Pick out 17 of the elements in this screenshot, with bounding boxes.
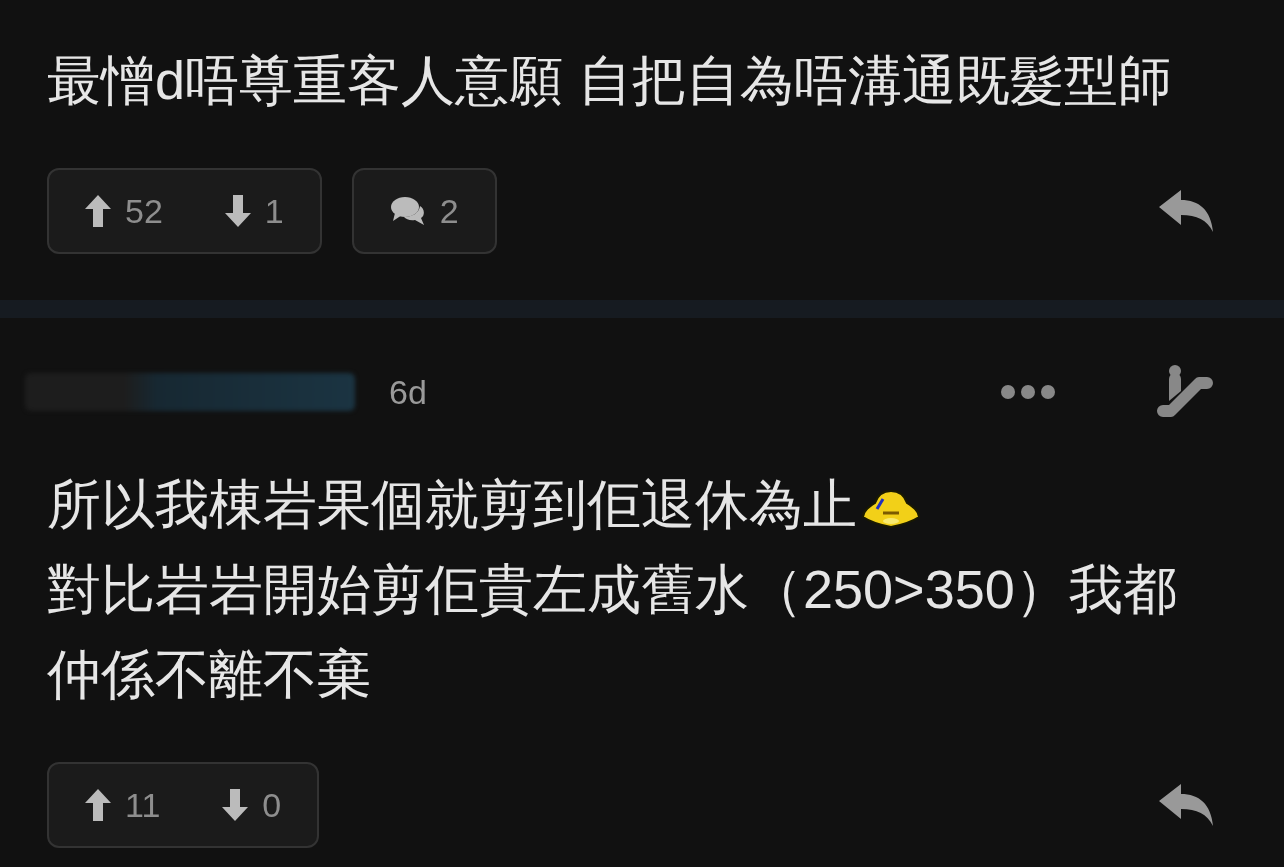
down-arrow-icon bbox=[224, 195, 251, 227]
post-text-line: 對比岩岩開始剪佢貴左成舊水（250>350）我都 bbox=[47, 558, 1178, 621]
reply-icon[interactable] bbox=[1159, 190, 1213, 232]
vote-button[interactable]: 11 0 bbox=[47, 762, 320, 848]
down-arrow-icon bbox=[222, 789, 249, 821]
escalator-icon[interactable] bbox=[1155, 365, 1215, 419]
up-arrow-icon bbox=[85, 195, 111, 227]
post-time: 6d bbox=[389, 372, 427, 412]
comments-icon bbox=[389, 196, 426, 226]
post-text-line: 所以我棟岩果個就剪到佢退休為止 bbox=[47, 474, 857, 534]
more-icon[interactable] bbox=[1001, 384, 1055, 400]
post-text-line: 最憎d唔尊重客人意願 自把自為唔溝通既髮型師 bbox=[47, 49, 1174, 112]
comments-button[interactable]: 2 bbox=[351, 168, 497, 254]
post-text-line: 仲係不離不棄 bbox=[47, 643, 372, 706]
up-arrow-icon bbox=[85, 789, 111, 821]
reply-icon[interactable] bbox=[1159, 784, 1213, 826]
vote-button[interactable]: 52 1 bbox=[47, 168, 322, 254]
